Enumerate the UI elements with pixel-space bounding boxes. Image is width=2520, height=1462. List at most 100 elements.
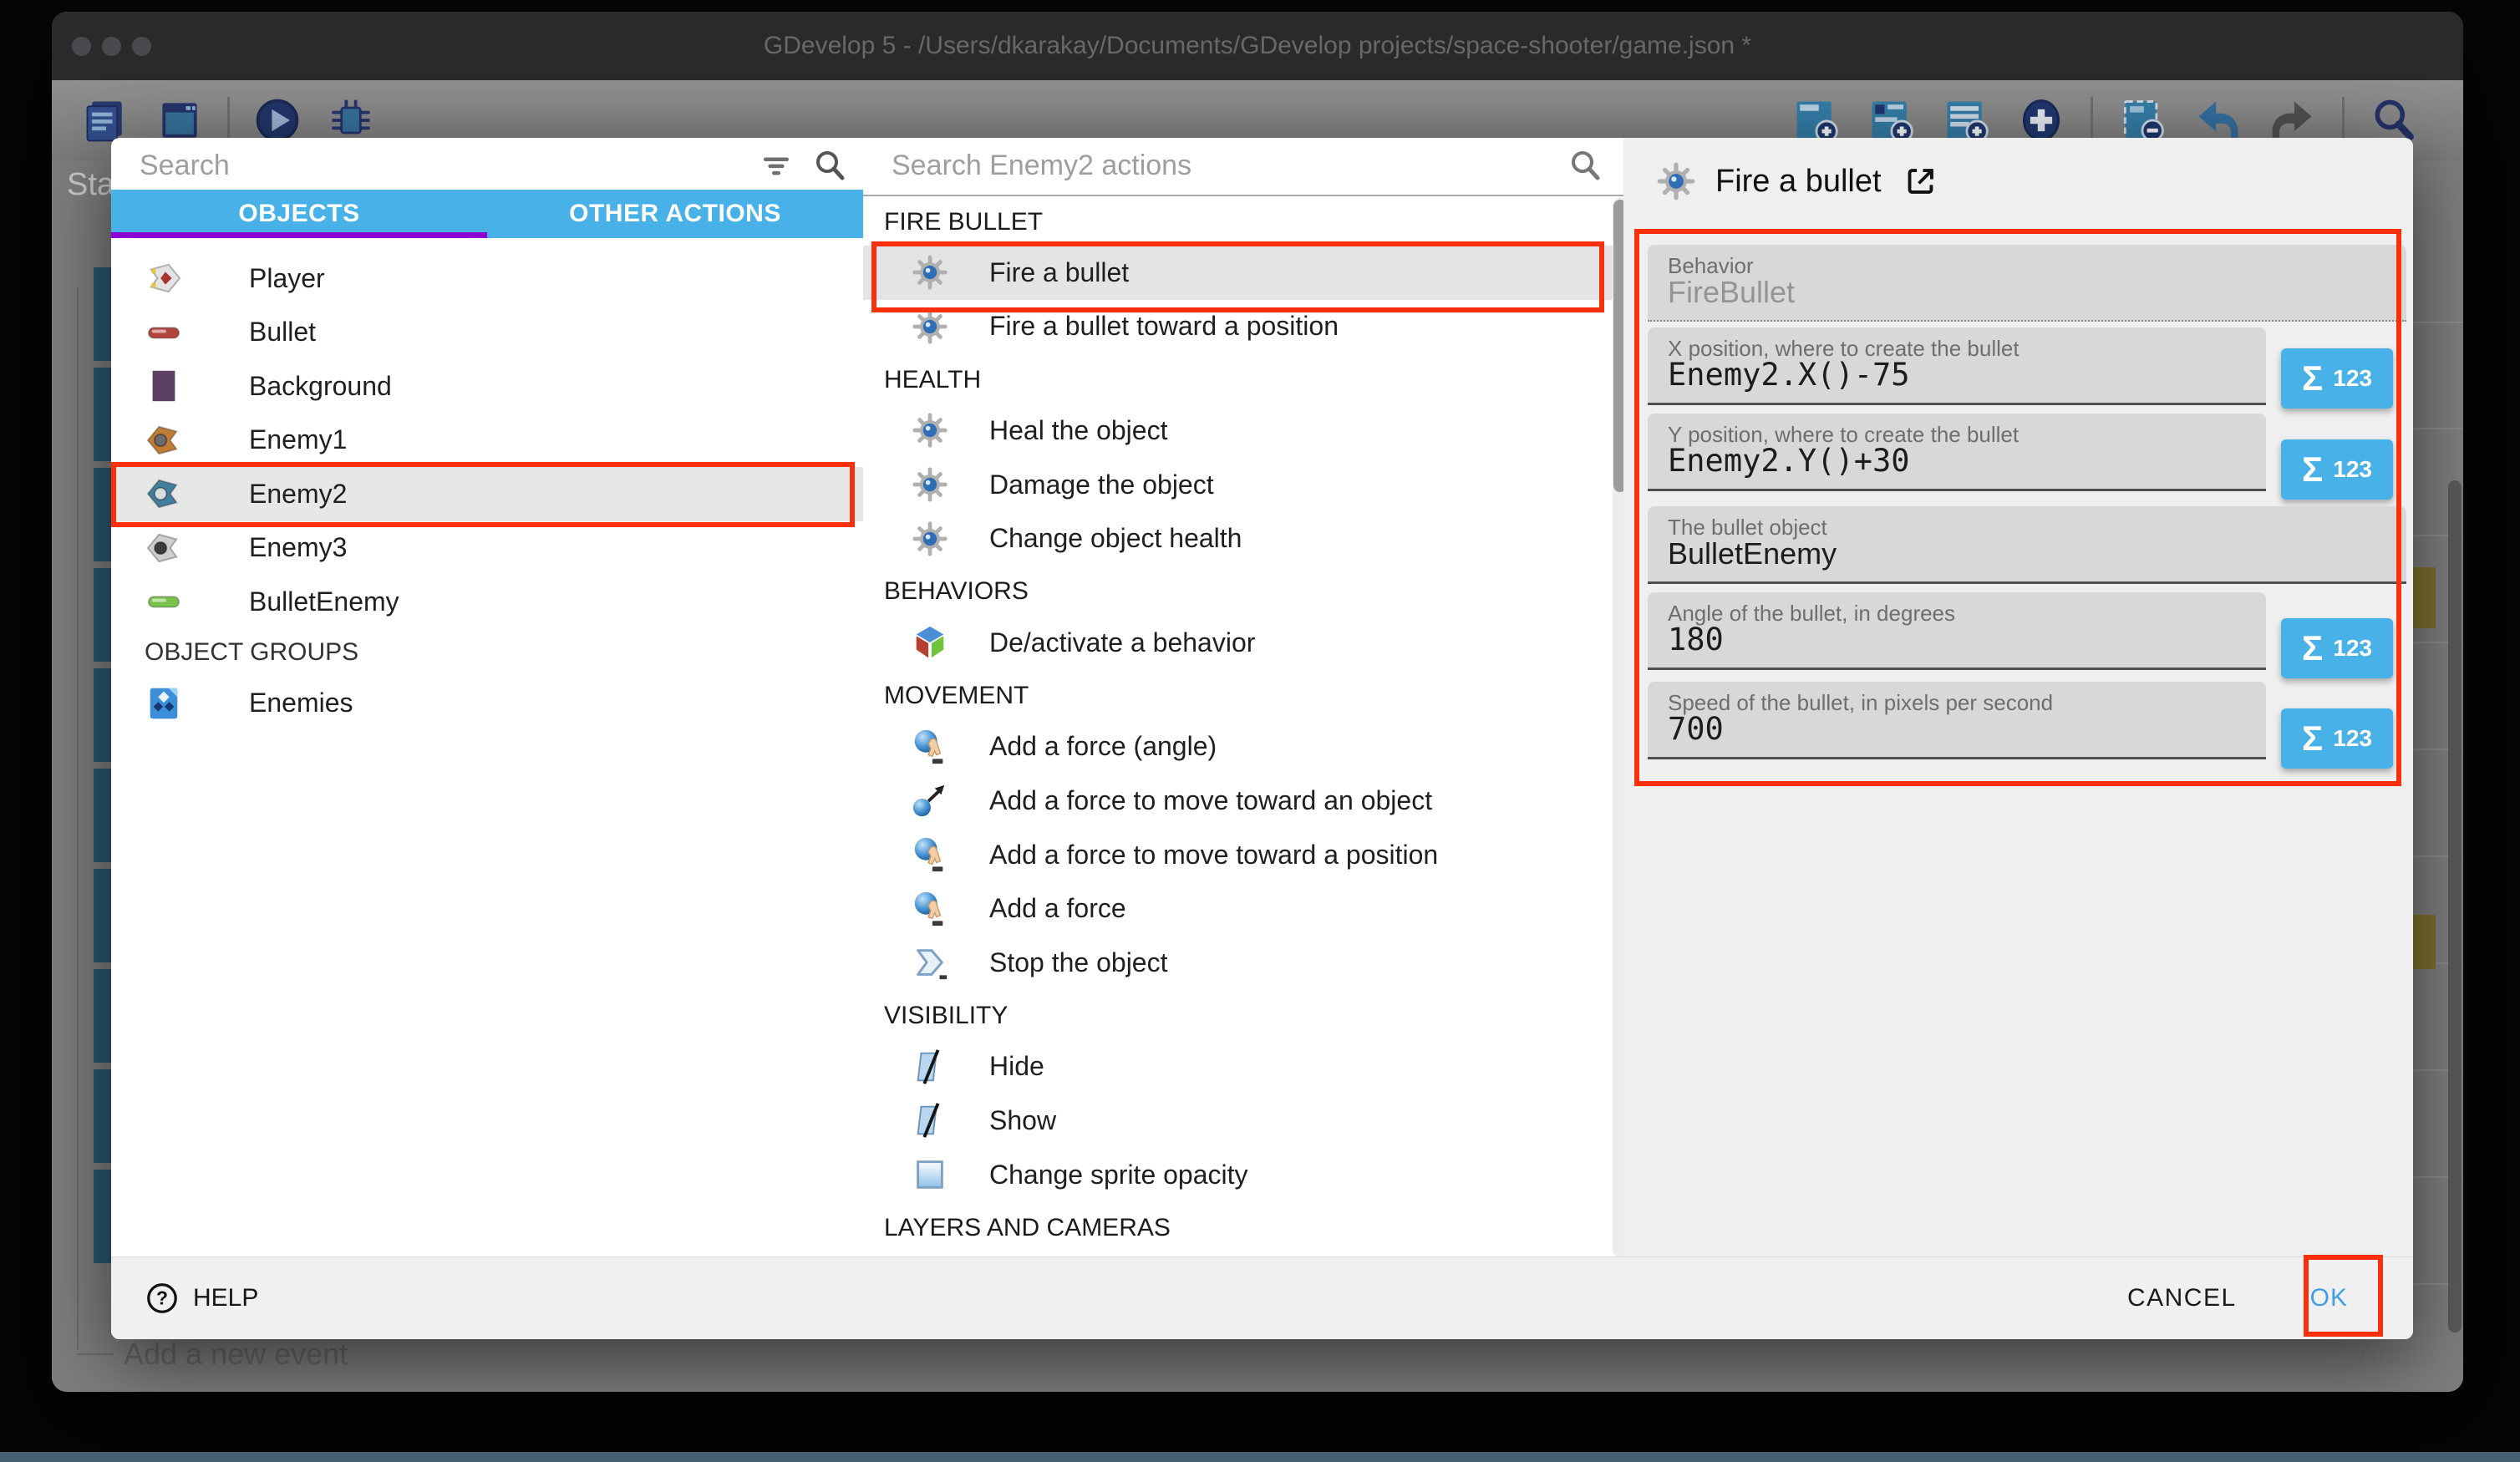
- action-label: Fire a bullet: [989, 257, 1129, 288]
- action-item-add-a-force-angle[interactable]: Add a force (angle): [863, 720, 1613, 774]
- open-in-new-icon[interactable]: [1903, 164, 1938, 199]
- field-x-position[interactable]: X position, where to create the bullet E…: [1648, 327, 2266, 405]
- event-condition-block: [94, 568, 111, 662]
- tab-objects[interactable]: OBJECTS: [111, 190, 487, 238]
- action-item-hide[interactable]: Hide: [863, 1040, 1613, 1094]
- events-right-column: [2413, 160, 2462, 1392]
- field-label: Speed of the bullet, in pixels per secon…: [1668, 690, 2053, 716]
- action-label: De/activate a behavior: [989, 627, 1255, 658]
- search-icon[interactable]: [811, 147, 848, 184]
- action-label: Add a force (angle): [989, 731, 1217, 762]
- action-item-de-activate-a-behavior[interactable]: De/activate a behavior: [863, 616, 1613, 670]
- event-condition-block: [94, 267, 111, 361]
- object-label: Enemy2: [249, 479, 347, 510]
- behavior-icon: [911, 623, 949, 662]
- add-new-event-button[interactable]: Add a new event: [124, 1337, 348, 1372]
- ok-button[interactable]: OK: [2310, 1284, 2348, 1312]
- sigma-123-label: 123: [2333, 456, 2372, 483]
- sigma-icon: Σ: [2302, 631, 2323, 666]
- action-item-fire-a-bullet[interactable]: Fire a bullet: [863, 246, 1613, 300]
- action-section: FIRE BULLET Fire a bullet Fire a bullet …: [863, 198, 1613, 353]
- minimize-button[interactable]: [102, 37, 121, 56]
- section-header: MOVEMENT: [863, 673, 1613, 720]
- action-label: Change sprite opacity: [989, 1160, 1248, 1190]
- event-condition-block: [94, 668, 111, 762]
- object-item-bullet[interactable]: Bullet: [111, 306, 863, 360]
- group-item-enemies[interactable]: Enemies: [111, 677, 863, 731]
- object-item-player[interactable]: Player: [111, 251, 863, 306]
- field-bullet-object[interactable]: The bullet object BulletEnemy: [1648, 506, 2406, 584]
- cancel-button[interactable]: CANCEL: [2127, 1284, 2237, 1312]
- group-label: Enemies: [249, 688, 353, 718]
- show-icon: [911, 1101, 949, 1140]
- gear-icon: [911, 307, 949, 346]
- action-section: LAYERS AND CAMERAS: [863, 1204, 1613, 1251]
- action-item-change-object-health[interactable]: Change object health: [863, 511, 1613, 566]
- object-label: Player: [249, 263, 325, 294]
- sigma-icon: Σ: [2302, 721, 2323, 756]
- object-item-enemy3[interactable]: Enemy3: [111, 521, 863, 576]
- ship-right-icon: [145, 259, 183, 297]
- object-tabs: OBJECTS OTHER ACTIONS: [111, 190, 863, 238]
- action-item-damage-the-object[interactable]: Damage the object: [863, 458, 1613, 512]
- action-item-change-sprite-opacity[interactable]: Change sprite opacity: [863, 1148, 1613, 1202]
- action-item-stop-the-object[interactable]: Stop the object: [863, 936, 1613, 990]
- close-button[interactable]: [72, 37, 91, 56]
- force-icon: [911, 835, 949, 874]
- object-search-input[interactable]: [138, 149, 760, 183]
- divider: [863, 195, 1623, 196]
- section-header: BEHAVIORS: [863, 568, 1613, 616]
- action-item-add-a-force[interactable]: Add a force: [863, 881, 1613, 936]
- search-icon[interactable]: [1567, 147, 1603, 184]
- section-header: FIRE BULLET: [863, 198, 1613, 246]
- action-section: BEHAVIORS De/activate a behavior: [863, 568, 1613, 670]
- expression-editor-button-angle[interactable]: Σ 123: [2281, 618, 2393, 678]
- field-behavior: Behavior FireBullet: [1648, 245, 2406, 322]
- ship-left-icon: [145, 475, 183, 513]
- square-icon: [145, 367, 183, 405]
- expression-editor-button-speed[interactable]: Σ 123: [2281, 708, 2393, 769]
- sigma-icon: Σ: [2302, 361, 2323, 396]
- field-angle[interactable]: Angle of the bullet, in degrees 180: [1648, 592, 2266, 670]
- action-item-add-a-force-to-move-toward-an-object[interactable]: Add a force to move toward an object: [863, 774, 1613, 828]
- force-icon: [911, 890, 949, 928]
- action-item-show[interactable]: Show: [863, 1094, 1613, 1148]
- object-item-background[interactable]: Background: [111, 359, 863, 414]
- desktop-strip: [0, 1452, 2520, 1462]
- filter-icon[interactable]: [760, 149, 793, 182]
- highlighted-event-block: [2413, 567, 2436, 628]
- help-button[interactable]: ? HELP: [145, 1281, 258, 1316]
- object-label: Background: [249, 371, 392, 402]
- action-editor-dialog: OBJECTS OTHER ACTIONS Player Bullet Backg…: [111, 138, 2413, 1339]
- section-header: HEALTH: [863, 356, 1613, 404]
- tab-other-actions[interactable]: OTHER ACTIONS: [487, 190, 863, 238]
- action-parameters-panel: Fire a bullet Behavior FireBulletX posit…: [1623, 138, 2413, 1257]
- event-condition-block: [94, 1170, 111, 1263]
- expression-editor-button-y-position[interactable]: Σ 123: [2281, 439, 2393, 500]
- object-item-bulletenemy[interactable]: BulletEnemy: [111, 575, 863, 629]
- actions-list: FIRE BULLET Fire a bullet Fire a bullet …: [863, 198, 1613, 1254]
- zoom-button[interactable]: [132, 37, 151, 56]
- object-item-enemy1[interactable]: Enemy1: [111, 414, 863, 468]
- action-item-heal-the-object[interactable]: Heal the object: [863, 404, 1613, 458]
- event-row-separator: [2413, 322, 2462, 323]
- action-label: Show: [989, 1105, 1056, 1136]
- action-item-fire-a-bullet-toward-a-position[interactable]: Fire a bullet toward a position: [863, 300, 1613, 354]
- object-label: Enemy1: [249, 424, 347, 455]
- add-more-button[interactable]: Add...: [2358, 1337, 2436, 1372]
- event-condition-block: [94, 368, 111, 461]
- action-item-add-a-force-to-move-toward-a-position[interactable]: Add a force to move toward a position: [863, 828, 1613, 882]
- object-item-enemy2[interactable]: Enemy2: [111, 467, 863, 521]
- object-selector-panel: OBJECTS OTHER ACTIONS Player Bullet Backg…: [111, 138, 863, 1257]
- actions-search-input[interactable]: [890, 149, 1567, 183]
- field-speed[interactable]: Speed of the bullet, in pixels per secon…: [1648, 682, 2266, 759]
- screenshot-root: GDevelop 5 - /Users/dkarakay/Documents/G…: [0, 0, 2520, 1462]
- field-y-position[interactable]: Y position, where to create the bullet E…: [1648, 414, 2266, 491]
- action-label: Fire a bullet toward a position: [989, 311, 1339, 342]
- events-scrollbar-thumb[interactable]: [2448, 480, 2462, 1333]
- tab-label: OBJECTS: [238, 200, 359, 228]
- titlebar: GDevelop 5 - /Users/dkarakay/Documents/G…: [52, 12, 2463, 80]
- field-value: Enemy2.X()-75: [1668, 357, 1910, 393]
- capsule-icon: [145, 313, 183, 352]
- expression-editor-button-x-position[interactable]: Σ 123: [2281, 348, 2393, 409]
